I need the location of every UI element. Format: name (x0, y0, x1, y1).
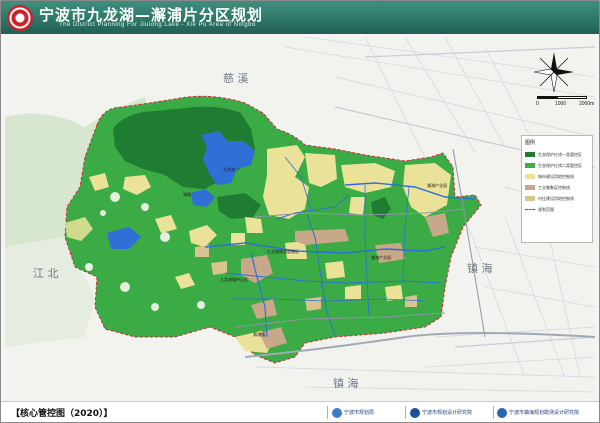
legend-swatch (525, 185, 535, 190)
scale-bar: 0 1000 2000m (536, 92, 595, 108)
map-canvas[interactable] (5, 37, 595, 399)
place-label-cixi: 慈 溪 (223, 72, 249, 85)
place-label-jiangbei: 江 北 (33, 267, 59, 280)
page-subtitle: The District Planning For Jiulong Lake -… (59, 22, 256, 28)
legend-label: 工业集聚区控制线 (538, 184, 570, 190)
legend-item: 村庄建设用地控制线 (525, 193, 589, 204)
scale-label-1000: 1000 (555, 101, 567, 107)
legend-label: 城市建设用地控制线 (538, 173, 574, 179)
place-label-zhenhai: 镇 海 (467, 262, 493, 275)
legend-swatch (525, 174, 535, 179)
legend-title: 图例 (525, 140, 536, 146)
org-design-institute: 宁波市规划设计研究院 (410, 407, 472, 418)
map-tag: 澥浦产业园 (371, 255, 391, 260)
legend-item: 生态保护红线一类管控区 (525, 149, 589, 160)
legend-label: 规划范围 (538, 206, 554, 212)
legend-item: 工业集聚区控制线 (525, 182, 589, 193)
legend-swatch (525, 196, 535, 201)
legend-label: 生态保护红线一类管控区 (538, 151, 582, 157)
legend-swatch (525, 209, 535, 210)
org-planning-bureau: 宁波市规划局 (332, 407, 374, 418)
org-zhenhai-institute: 宁波市镇海规划勘测设计研究院 (497, 407, 579, 418)
map-tag: 九龙湖 (223, 167, 235, 172)
map-tag: 湖塘 (183, 192, 191, 197)
legend-item: 规划范围 (525, 204, 589, 215)
map-tag: 九龙湖镇中心区 (220, 277, 248, 282)
legend-swatch (525, 163, 535, 168)
legend-swatch (525, 152, 535, 157)
north-arrow-icon (533, 52, 574, 93)
title-banner: 宁波市九龙湖—澥浦片分区规划 The District Planning For… (1, 1, 599, 34)
design-institute-logo-icon (410, 407, 420, 418)
zhenhai-institute-logo-icon (497, 407, 507, 418)
place-label-zhenhai-south: 镇 海 (333, 377, 359, 390)
scale-label-0: 0 (536, 101, 539, 107)
legend-item: 城市建设用地控制线 (525, 171, 589, 182)
scale-label-2000: 2000m (579, 101, 595, 107)
legend-item: 生态保护红线二类管控区 (525, 160, 589, 171)
city-logo-icon (7, 5, 33, 31)
planning-bureau-logo-icon (332, 407, 342, 418)
legend-label: 村庄建设用地控制线 (538, 195, 574, 201)
map-tag: 澥浦产业园 (427, 183, 447, 188)
footer-bar: 【核心管控图（2020）】 宁波市规划局 宁波市规划设计研究院 宁波市镇海规划勘… (1, 401, 599, 422)
map-legend: 图例 生态保护红线一类管控区 生态保护红线二类管控区 城市建设用地控制线 工业集… (521, 135, 593, 243)
map-tag: 九龙湖旅游度假区 (267, 249, 299, 254)
map-tag: 澥浦镇 (253, 332, 265, 337)
figure-caption: 【核心管控图（2020）】 (11, 409, 113, 419)
legend-label: 生态保护红线二类管控区 (538, 162, 582, 168)
planning-map[interactable]: 慈 溪 江 北 镇 海 镇 海 九龙湖旅游度假区 澥浦产业园 澥浦产业园 澥浦镇… (5, 37, 595, 399)
